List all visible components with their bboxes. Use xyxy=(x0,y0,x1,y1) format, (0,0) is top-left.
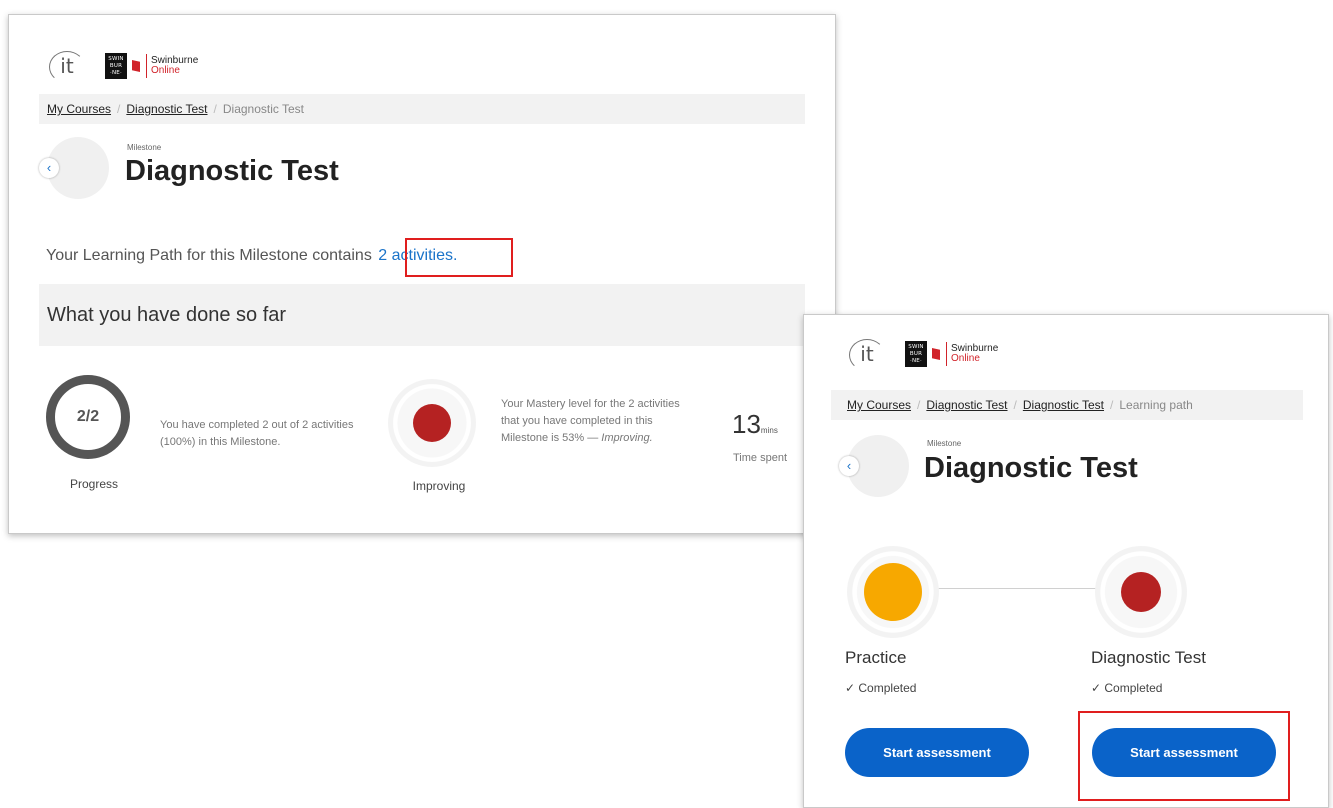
logo-divider xyxy=(146,54,147,78)
breadcrumb-diagnostic-test-2[interactable]: Diagnostic Test xyxy=(1023,398,1104,412)
progress-ring: 2/2 xyxy=(46,375,130,459)
logo-row: it SWIN BUR ·NE· Swinburne Online xyxy=(847,337,998,371)
practice-mastery-dot xyxy=(864,563,922,621)
time-spent-label: Time spent xyxy=(733,452,788,464)
back-button[interactable]: ‹ xyxy=(839,435,909,497)
activity-name-practice: Practice xyxy=(845,648,907,667)
breadcrumb-current: Learning path xyxy=(1119,398,1193,412)
breadcrumb-diagnostic-test[interactable]: Diagnostic Test xyxy=(926,398,1007,412)
breadcrumb: My Courses / Diagnostic Test / Diagnosti… xyxy=(39,94,805,124)
practice-mastery-indicator xyxy=(847,546,939,638)
activity-name-diagnostic: Diagnostic Test xyxy=(1091,648,1206,667)
logo-row: it SWIN BUR ·NE· Swinburne Online xyxy=(47,49,198,83)
diagnostic-mastery-indicator xyxy=(1095,546,1187,638)
breadcrumb-my-courses[interactable]: My Courses xyxy=(847,398,911,412)
milestone-label: Milestone xyxy=(927,439,962,448)
it-logo: it xyxy=(47,49,87,83)
breadcrumb-my-courses[interactable]: My Courses xyxy=(47,102,111,116)
breadcrumb-separator: / xyxy=(917,398,921,412)
milestone-label: Milestone xyxy=(127,143,162,152)
page-title: Diagnostic Test xyxy=(125,155,339,187)
swinburne-online-logo: Swinburne Online xyxy=(951,343,999,364)
time-spent-value: 13mins xyxy=(732,409,778,439)
breadcrumb-separator: / xyxy=(1013,398,1017,412)
breadcrumb-separator: / xyxy=(117,102,121,116)
mastery-dot xyxy=(413,404,451,442)
page-title: Diagnostic Test xyxy=(924,452,1138,484)
breadcrumb-diagnostic-test[interactable]: Diagnostic Test xyxy=(126,102,207,116)
breadcrumb-separator: / xyxy=(213,102,217,116)
swin-logo: SWIN BUR ·NE· xyxy=(105,53,127,79)
back-button[interactable]: ‹ xyxy=(39,137,109,199)
learning-path-connector xyxy=(917,588,1103,589)
progress-description: You have completed 2 out of 2 activities… xyxy=(160,419,354,448)
milestone-overview-panel: it SWIN BUR ·NE· Swinburne Online My Course… xyxy=(8,14,836,534)
logo-divider xyxy=(946,342,947,366)
it-logo: it xyxy=(847,337,887,371)
mastery-description: Your Mastery level for the 2 activities … xyxy=(501,398,680,444)
mastery-label: Improving xyxy=(412,479,466,493)
learning-path-text: Your Learning Path for this Milestone co… xyxy=(46,247,372,264)
chevron-left-icon: ‹ xyxy=(39,158,59,178)
breadcrumb-current: Diagnostic Test xyxy=(222,102,305,116)
activity-status-diagnostic: ✓ Completed xyxy=(1091,681,1163,695)
breadcrumb: My Courses / Diagnostic Test / Diagnosti… xyxy=(831,390,1303,420)
learning-path-summary: Your Learning Path for this Milestone co… xyxy=(46,247,457,265)
chevron-left-icon: ‹ xyxy=(839,456,859,476)
start-assessment-button-practice[interactable]: Start assessment xyxy=(845,728,1029,777)
mastery-indicator xyxy=(388,379,476,467)
done-so-far-heading: What you have done so far xyxy=(39,284,805,346)
progress-label: Progress xyxy=(69,477,119,491)
diagnostic-mastery-dot xyxy=(1121,572,1161,612)
breadcrumb-separator: / xyxy=(1110,398,1114,412)
activity-status-practice: ✓ Completed xyxy=(845,681,917,695)
start-assessment-button-diagnostic[interactable]: Start assessment xyxy=(1092,728,1276,777)
swin-logo: SWIN BUR ·NE· xyxy=(905,341,927,367)
activities-link[interactable]: 2 activities. xyxy=(378,247,457,264)
swinburne-flag-icon xyxy=(932,348,940,360)
swinburne-online-logo: Swinburne Online xyxy=(151,55,199,76)
swinburne-flag-icon xyxy=(132,60,140,72)
